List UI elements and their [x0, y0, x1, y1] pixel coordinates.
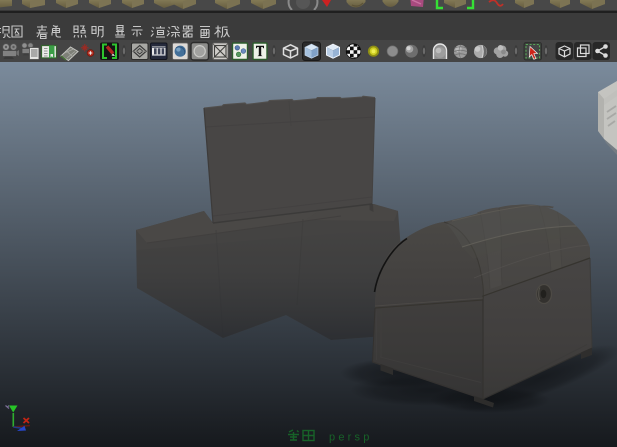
svg-text:persp: persp [329, 432, 373, 444]
